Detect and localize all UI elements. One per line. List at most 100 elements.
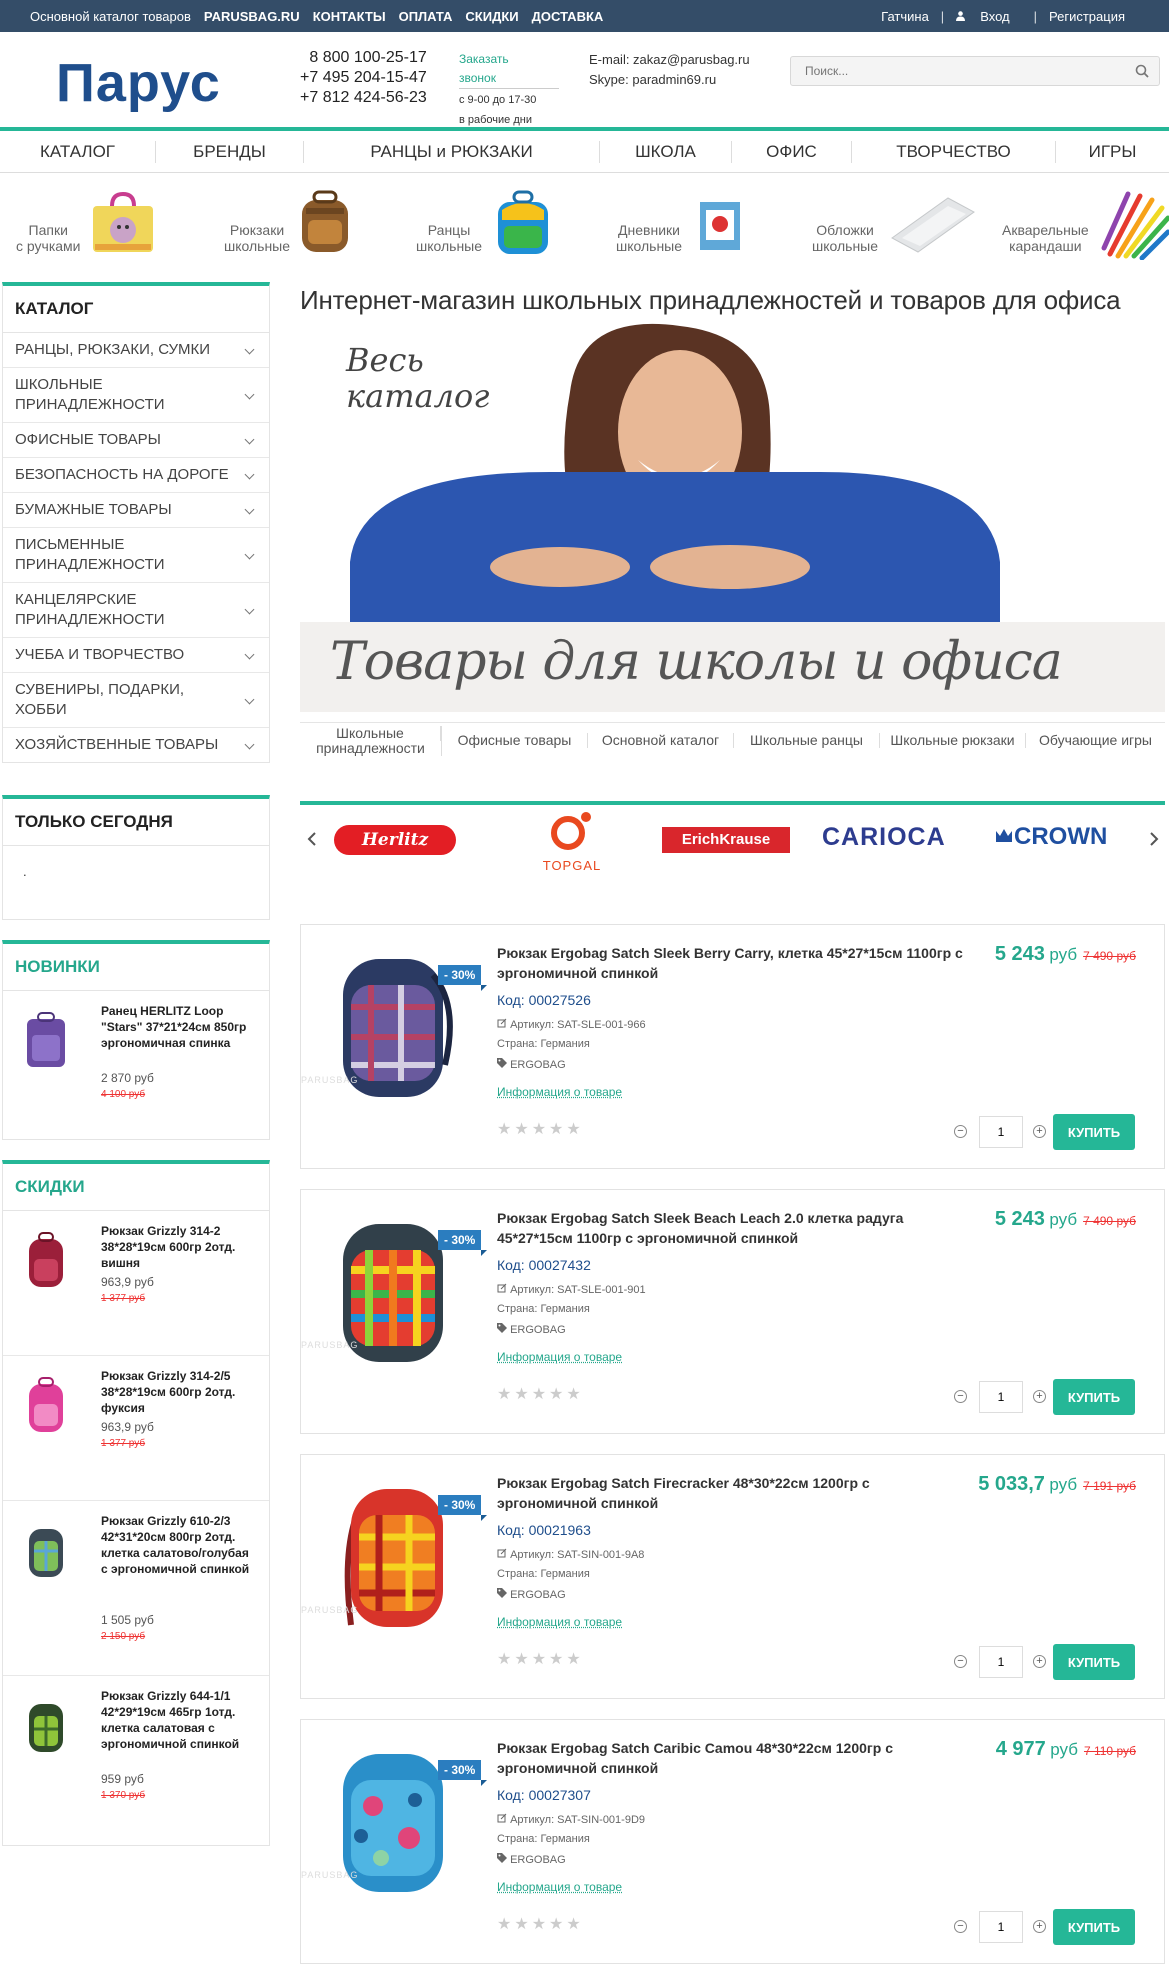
mini-product-name[interactable]: Рюкзак Grizzly 314-2 38*28*19см 600гр 2о…	[101, 1223, 251, 1271]
top-link-discounts[interactable]: СКИДКИ	[465, 9, 518, 24]
mini-product-name[interactable]: Рюкзак Grizzly 314-2/5 38*28*19см 600гр …	[101, 1368, 251, 1416]
tab-school-supplies[interactable]: Школьные принадлежности	[300, 725, 442, 756]
tab-games[interactable]: Обучающие игры	[1026, 733, 1165, 748]
nav-backpacks[interactable]: РАНЦЫ и РЮКЗАКИ	[304, 140, 600, 163]
chevron-left-icon[interactable]	[306, 831, 318, 847]
rating-stars[interactable]: ★★★★★	[497, 1649, 584, 1669]
mini-product[interactable]: Рюкзак Grizzly 610-2/3 42*31*20см 800гр …	[3, 1501, 269, 1676]
plus-icon[interactable]: +	[1033, 1920, 1046, 1933]
mini-product-price: 959 руб	[101, 1772, 144, 1786]
tab-backpacks[interactable]: Школьные рюкзаки	[880, 733, 1026, 748]
catalog-item[interactable]: ХОЗЯЙСТВЕННЫЕ ТОВАРЫ	[3, 728, 269, 762]
minus-icon[interactable]: −	[954, 1390, 967, 1403]
catalog-item[interactable]: ПИСЬМЕННЫЕ ПРИНАДЛЕЖНОСТИ	[3, 528, 269, 583]
product-brand[interactable]: ERGOBAG	[497, 1588, 566, 1601]
buy-button[interactable]: КУПИТЬ	[1053, 1644, 1135, 1680]
old-price: 7 191 руб	[1083, 1479, 1136, 1493]
tab-satchels[interactable]: Школьные ранцы	[734, 733, 880, 748]
product-name[interactable]: Рюкзак Ergobag Satch Caribic Camou 48*30…	[497, 1738, 967, 1778]
catalog-item[interactable]: ШКОЛЬНЫЕ ПРИНАДЛЕЖНОСТИ	[3, 368, 269, 423]
brand-logo-carioca[interactable]: CARIOCA	[822, 823, 946, 852]
nav-creativity[interactable]: ТВОРЧЕСТВО	[852, 140, 1056, 163]
product-name[interactable]: Рюкзак Ergobag Satch Sleek Beach Leach 2…	[497, 1208, 967, 1248]
category-diaries[interactable]: Дневники школьные	[600, 186, 770, 266]
login-link[interactable]: Вход	[944, 9, 1033, 24]
category-label: Папки с ручками	[16, 222, 81, 254]
product-thumbnail	[29, 1232, 63, 1287]
quantity-input[interactable]	[979, 1381, 1023, 1413]
article-text: Артикул: SAT-SLE-001-966	[510, 1019, 646, 1031]
rating-stars[interactable]: ★★★★★	[497, 1384, 584, 1404]
nav-games[interactable]: ИГРЫ	[1056, 141, 1169, 163]
category-pencils[interactable]: Акварельные карандаши	[1000, 186, 1169, 266]
quantity-input[interactable]	[979, 1646, 1023, 1678]
catalog-item[interactable]: РАНЦЫ, РЮКЗАКИ, СУМКИ	[3, 333, 269, 368]
catalog-item[interactable]: СУВЕНИРЫ, ПОДАРКИ, ХОББИ	[3, 673, 269, 728]
catalog-item[interactable]: БУМАЖНЫЕ ТОВАРЫ	[3, 493, 269, 528]
rating-stars[interactable]: ★★★★★	[497, 1914, 584, 1934]
minus-icon[interactable]: −	[954, 1125, 967, 1138]
minus-icon[interactable]: −	[954, 1920, 967, 1933]
brand-logo-herlitz[interactable]: Herlitz	[334, 825, 456, 855]
logo[interactable]: Парус	[56, 52, 221, 114]
buy-button[interactable]: КУПИТЬ	[1053, 1909, 1135, 1945]
folder-bag-image	[93, 192, 153, 252]
top-link-parusbag[interactable]: PARUSBAG.RU	[204, 9, 300, 24]
category-covers[interactable]: Обложки школьные	[800, 186, 980, 266]
category-backpacks[interactable]: Рюкзаки школьные	[200, 186, 370, 266]
product-info-link[interactable]: Информация о товаре	[497, 1350, 622, 1364]
product-info-link[interactable]: Информация о товаре	[497, 1880, 622, 1894]
mini-product[interactable]: Рюкзак Grizzly 314-2/5 38*28*19см 600гр …	[3, 1356, 269, 1501]
buy-button[interactable]: КУПИТЬ	[1053, 1114, 1135, 1150]
nav-brands[interactable]: БРЕНДЫ	[156, 140, 304, 163]
plus-icon[interactable]: +	[1033, 1390, 1046, 1403]
product-brand[interactable]: ERGOBAG	[497, 1058, 566, 1071]
mini-product-name[interactable]: Ранец HERLITZ Loop "Stars" 37*21*24см 85…	[101, 1003, 251, 1051]
top-link-payment[interactable]: ОПЛАТА	[399, 9, 453, 24]
nav-catalog[interactable]: КАТАЛОГ	[0, 140, 156, 163]
product-info-link[interactable]: Информация о товаре	[497, 1615, 622, 1629]
catalog-item[interactable]: ОФИСНЫЕ ТОВАРЫ	[3, 423, 269, 458]
quantity-input[interactable]	[979, 1116, 1023, 1148]
rating-stars[interactable]: ★★★★★	[497, 1119, 584, 1139]
tab-office[interactable]: Офисные товары	[442, 733, 588, 748]
tab-main-catalog[interactable]: Основной каталог	[588, 733, 734, 748]
chevron-right-icon[interactable]	[1148, 831, 1160, 847]
minus-icon[interactable]: −	[954, 1655, 967, 1668]
catalog-item[interactable]: УЧЕБА И ТВОРЧЕСТВО	[3, 638, 269, 673]
mini-product-name[interactable]: Рюкзак Grizzly 610-2/3 42*31*20см 800гр …	[101, 1513, 251, 1577]
product-brand[interactable]: ERGOBAG	[497, 1853, 566, 1866]
mini-product[interactable]: Рюкзак Grizzly 314-2 38*28*19см 600гр 2о…	[3, 1211, 269, 1356]
buy-button[interactable]: КУПИТЬ	[1053, 1379, 1135, 1415]
mini-product-name[interactable]: Рюкзак Grizzly 644-1/1 42*29*19см 465гр …	[101, 1688, 251, 1752]
mini-product[interactable]: Ранец HERLITZ Loop "Stars" 37*21*24см 85…	[3, 991, 269, 1141]
search-icon[interactable]	[1135, 64, 1149, 78]
brand-logo-topgal[interactable]: TOPGAL	[536, 809, 608, 875]
top-link-delivery[interactable]: ДОСТАВКА	[532, 9, 604, 24]
brand-carousel: Herlitz TOPGAL ErichKrause CARIOCA CROWN	[300, 801, 1165, 881]
promo-banner[interactable]: Весь каталог Товары для школы и офиса	[300, 322, 1165, 712]
product-name[interactable]: Рюкзак Ergobag Satch Firecracker 48*30*2…	[497, 1473, 967, 1513]
quantity-input[interactable]	[979, 1911, 1023, 1943]
category-folders[interactable]: Папки с ручками	[0, 186, 170, 266]
callback-link[interactable]: Заказать звонок	[459, 50, 559, 89]
nav-school[interactable]: ШКОЛА	[600, 140, 732, 163]
top-link-catalog[interactable]: Основной каталог товаров	[30, 9, 191, 24]
product-name[interactable]: Рюкзак Ergobag Satch Sleek Berry Carry, …	[497, 943, 967, 983]
search-input[interactable]	[791, 57, 1111, 85]
brand-logo-crown[interactable]: CROWN	[994, 823, 1107, 851]
plus-icon[interactable]: +	[1033, 1125, 1046, 1138]
product-brand[interactable]: ERGOBAG	[497, 1323, 566, 1336]
catalog-item[interactable]: БЕЗОПАСНОСТЬ НА ДОРОГЕ	[3, 458, 269, 493]
city-selector[interactable]: Гатчина	[869, 9, 941, 24]
catalog-item[interactable]: КАНЦЕЛЯРСКИЕ ПРИНАДЛЕЖНОСТИ	[3, 583, 269, 638]
banner-caption-small: Весь каталог	[346, 341, 490, 415]
category-satchels[interactable]: Ранцы школьные	[400, 186, 570, 266]
plus-icon[interactable]: +	[1033, 1655, 1046, 1668]
nav-office[interactable]: ОФИС	[732, 140, 852, 163]
product-info-link[interactable]: Информация о товаре	[497, 1085, 622, 1099]
top-link-contacts[interactable]: КОНТАКТЫ	[313, 9, 386, 24]
register-link[interactable]: Регистрация	[1037, 9, 1137, 24]
brand-logo-erichkrause[interactable]: ErichKrause	[662, 827, 790, 853]
mini-product[interactable]: Рюкзак Grizzly 644-1/1 42*29*19см 465гр …	[3, 1676, 269, 1846]
